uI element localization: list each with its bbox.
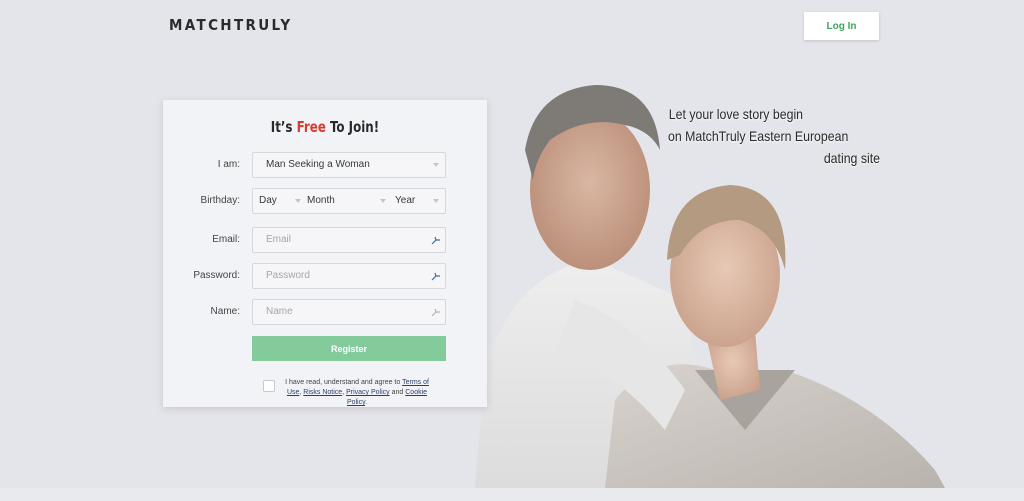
- email-row: Email: Email: [163, 227, 487, 253]
- tagline-line-1: Let your love story begin: [668, 106, 804, 122]
- iam-value: Man Seeking a Woman: [266, 159, 370, 170]
- site-logo[interactable]: MATCHTRULY: [169, 16, 292, 34]
- tagline-line-2: on MatchTruly Eastern European: [667, 128, 849, 144]
- terms-checkbox[interactable]: [263, 380, 275, 392]
- signup-form: It’s Free To Join! I am: Man Seeking a W…: [163, 100, 487, 407]
- title-highlight: Free: [296, 118, 326, 136]
- register-button[interactable]: Register: [252, 336, 446, 361]
- name-row: Name: Name: [163, 299, 487, 325]
- password-row: Password: Password: [163, 263, 487, 289]
- privacy-policy-link[interactable]: Privacy Policy: [346, 389, 390, 396]
- name-label: Name:: [210, 306, 240, 317]
- autofill-key-icon: [431, 272, 440, 281]
- chevron-down-icon: [380, 199, 386, 203]
- iam-label: I am:: [217, 159, 240, 170]
- year-select[interactable]: Year: [395, 189, 415, 213]
- login-button[interactable]: Log In: [804, 12, 879, 40]
- iam-row: I am: Man Seeking a Woman: [163, 152, 487, 178]
- birthday-row: Birthday: Day Month Year: [163, 188, 487, 214]
- title-prefix: It’s: [270, 118, 293, 136]
- password-placeholder: Password: [266, 270, 310, 281]
- iam-select[interactable]: Man Seeking a Woman: [252, 152, 446, 178]
- page-bottom-band: [0, 488, 1024, 501]
- autofill-key-icon: [431, 308, 440, 317]
- day-select[interactable]: Day: [259, 189, 277, 213]
- password-input[interactable]: Password: [252, 263, 446, 289]
- name-input[interactable]: Name: [252, 299, 446, 325]
- terms-intro: I have read, understand and agree to: [285, 379, 401, 386]
- month-select[interactable]: Month: [307, 189, 335, 213]
- password-label: Password:: [193, 270, 240, 281]
- email-placeholder: Email: [266, 234, 292, 245]
- risks-notice-link[interactable]: Risks Notice: [303, 389, 342, 396]
- autofill-key-icon: [431, 236, 440, 245]
- email-label: Email:: [212, 234, 240, 245]
- chevron-down-icon: [295, 199, 301, 203]
- title-suffix: To Join!: [330, 118, 380, 136]
- hero-tagline: Let your love story begin on MatchTruly …: [598, 103, 880, 169]
- email-input[interactable]: Email: [252, 227, 446, 253]
- name-placeholder: Name: [266, 306, 293, 317]
- terms-and: and: [391, 389, 404, 396]
- chevron-down-icon: [433, 163, 439, 167]
- tagline-line-3: dating site: [823, 150, 880, 166]
- chevron-down-icon: [433, 199, 439, 203]
- birthday-field: Day Month Year: [252, 188, 446, 214]
- terms-text: I have read, understand and agree to Ter…: [285, 379, 429, 406]
- birthday-label: Birthday:: [200, 195, 240, 206]
- form-title: It’s Free To Join!: [182, 118, 467, 136]
